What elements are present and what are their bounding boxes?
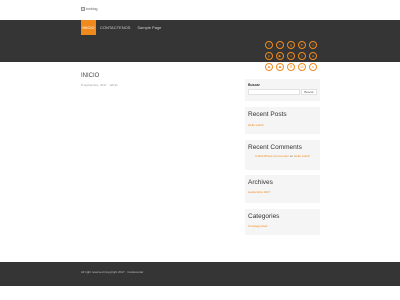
search-button[interactable]: Buscar — [301, 89, 317, 95]
category-link[interactable]: Uncategorized — [248, 224, 267, 228]
top-bar: tunblog — [0, 0, 400, 20]
search-widget: Buscar Buscar — [245, 79, 320, 101]
archives-title: Archives — [248, 179, 273, 186]
post-meta: 8 septiembre, 2017 admin — [81, 83, 118, 87]
logo-alt-text: tunblog — [86, 7, 98, 11]
linkedin-icon[interactable]: in — [298, 41, 306, 49]
search-label: Buscar — [248, 83, 260, 87]
main-nav: INICIO CONTACTENOS Sample Page — [81, 20, 165, 35]
facebook-icon[interactable]: f — [265, 41, 273, 49]
categories-title: Categories — [248, 213, 280, 220]
nav-item-contactenos[interactable]: CONTACTENOS — [97, 20, 133, 35]
github-icon[interactable]: ◆ — [276, 63, 284, 71]
broken-image-icon — [81, 7, 85, 11]
social-icons: f t g in ◎ p ▶ v t ● ◉ ◆ ☰ ✉ s — [265, 41, 319, 71]
post-date[interactable]: 8 septiembre, 2017 — [81, 83, 107, 87]
instagram-icon[interactable]: ◎ — [309, 41, 317, 49]
page-bottom — [0, 286, 400, 300]
tumblr-icon[interactable]: t — [298, 52, 306, 60]
vimeo-icon[interactable]: v — [287, 52, 295, 60]
pinterest-icon[interactable]: p — [265, 52, 273, 60]
site-logo[interactable]: tunblog — [81, 7, 97, 11]
youtube-icon[interactable]: ▶ — [276, 52, 284, 60]
comment-on-text: en — [289, 154, 294, 158]
footer-copyright: All right reserved Copyright 2017 · Code… — [81, 270, 144, 274]
recent-posts-widget: Recent Posts Hello world! — [245, 107, 320, 134]
recent-comments-widget: Recent Comments A WordPress Commenter en… — [245, 140, 320, 170]
commenter-link[interactable]: A WordPress Commenter — [255, 154, 289, 158]
skype-icon[interactable]: s — [309, 63, 317, 71]
post-author[interactable]: admin — [110, 83, 118, 87]
footer: All right reserved Copyright 2017 · Code… — [0, 262, 400, 286]
nav-item-inicio[interactable]: INICIO — [81, 20, 96, 35]
archive-link[interactable]: septiembre 2017 — [248, 190, 270, 194]
recent-comments-title: Recent Comments — [248, 144, 302, 151]
nav-item-sample-page[interactable]: Sample Page — [134, 20, 164, 35]
flickr-icon[interactable]: ● — [309, 52, 317, 60]
search-input[interactable] — [248, 89, 300, 95]
recent-comment-item: A WordPress Commenter en Hello world! — [255, 154, 315, 158]
dribbble-icon[interactable]: ◉ — [265, 63, 273, 71]
rss-icon[interactable]: ☰ — [287, 63, 295, 71]
mail-icon[interactable]: ✉ — [298, 63, 306, 71]
recent-posts-title: Recent Posts — [248, 111, 287, 118]
archives-widget: Archives septiembre 2017 — [245, 175, 320, 203]
header-navbar: INICIO CONTACTENOS Sample Page f t g in ◎ p ▶ v… — [0, 20, 400, 71]
comment-post-link[interactable]: Hello world! — [294, 154, 310, 158]
google-plus-icon[interactable]: g — [287, 41, 295, 49]
recent-post-link[interactable]: Hello world! — [248, 123, 264, 127]
categories-widget: Categories Uncategorized — [245, 209, 320, 235]
page-title: INICIO — [81, 73, 100, 79]
twitter-icon[interactable]: t — [276, 41, 284, 49]
